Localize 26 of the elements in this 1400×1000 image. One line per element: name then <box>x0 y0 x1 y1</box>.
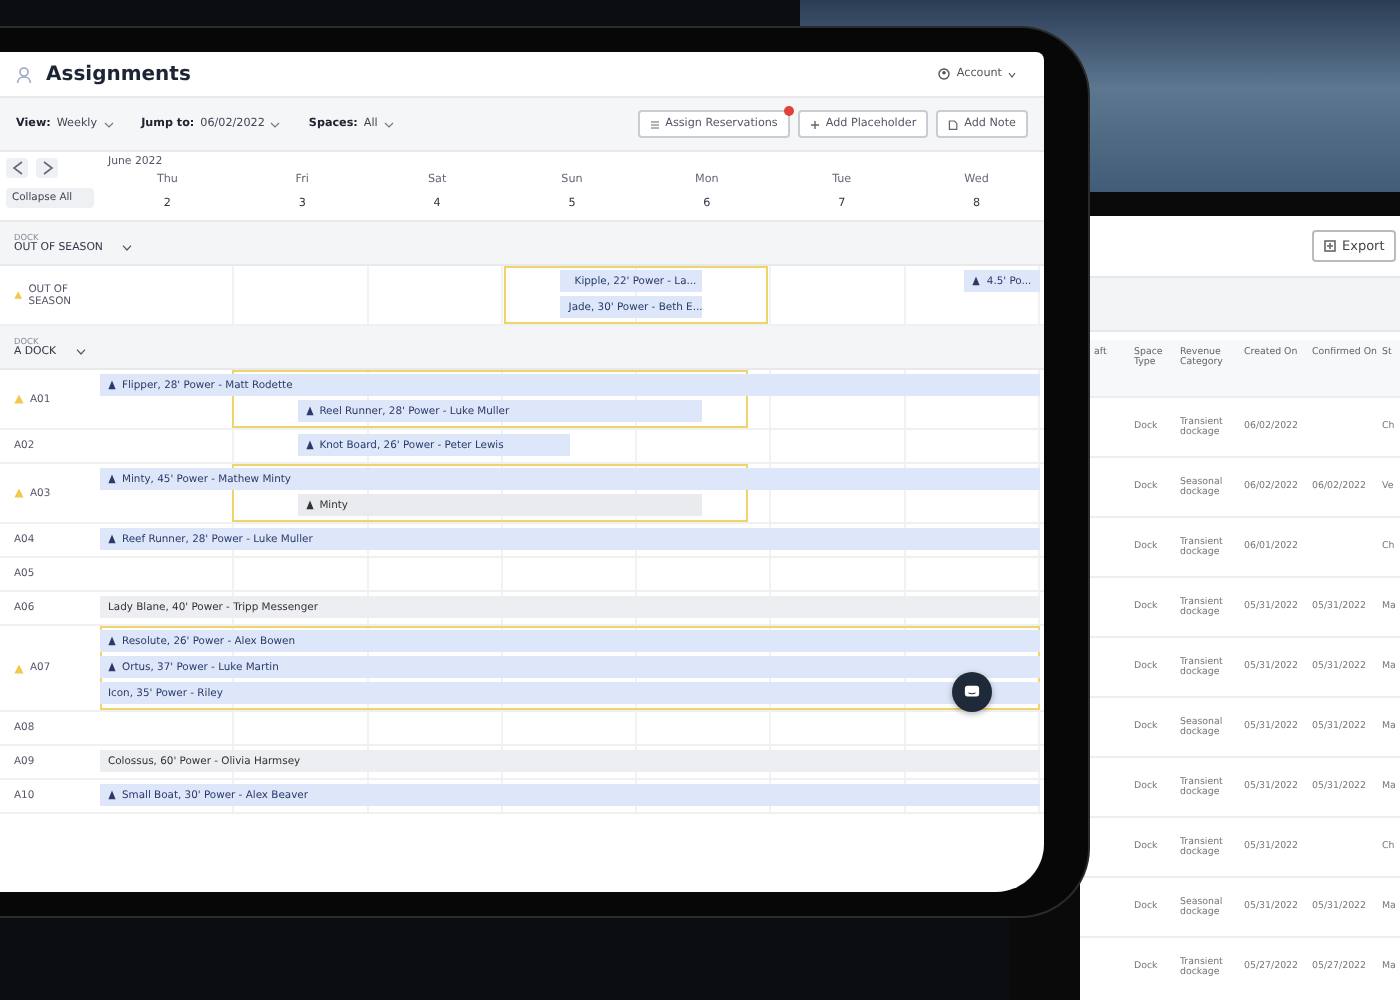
boat-icon <box>108 636 116 646</box>
boat-icon <box>305 500 314 510</box>
caret-icon <box>383 121 394 127</box>
caret-icon <box>103 121 114 127</box>
list-icon <box>649 119 660 129</box>
caret-icon <box>270 121 281 127</box>
boat-icon <box>108 662 116 672</box>
chevron-down-icon[interactable] <box>122 244 133 252</box>
boat-icon <box>305 440 314 450</box>
note-icon <box>948 119 959 129</box>
chat-icon <box>964 684 980 700</box>
export-icon <box>1324 240 1336 252</box>
people-icon <box>16 65 34 83</box>
page-title: Assignments <box>46 63 191 85</box>
caret-icon <box>1008 71 1016 77</box>
plus-icon <box>809 119 820 129</box>
boat-icon <box>108 790 116 800</box>
boat-icon <box>108 534 116 544</box>
previous-button[interactable] <box>6 158 28 178</box>
next-button[interactable] <box>36 158 58 178</box>
boat-icon <box>305 406 314 416</box>
boat-icon <box>108 380 116 390</box>
chevron-down-icon[interactable] <box>76 348 87 356</box>
boat-icon <box>972 276 981 286</box>
user-icon <box>938 68 951 80</box>
boat-icon <box>108 474 116 484</box>
